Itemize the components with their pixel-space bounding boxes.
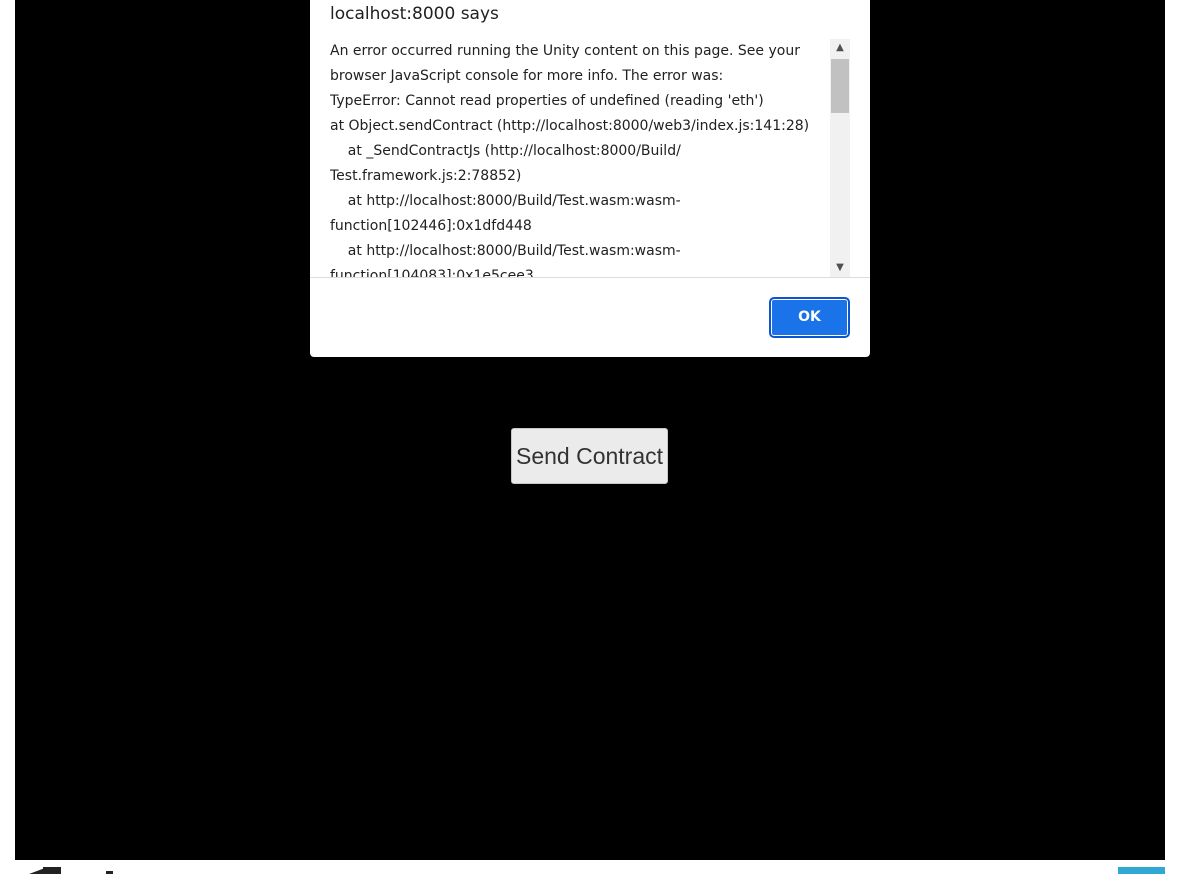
unity-footer (15, 860, 1165, 874)
dialog-message: An error occurred running the Unity cont… (330, 43, 810, 277)
dialog-divider (310, 277, 870, 278)
dialog-message-area[interactable]: An error occurred running the Unity cont… (330, 39, 850, 277)
chevron-up-icon[interactable]: ▲ (830, 39, 850, 57)
alert-dialog: localhost:8000 says An error occurred ru… (310, 0, 870, 357)
dialog-title: localhost:8000 says (330, 4, 499, 24)
scroll-thumb[interactable] (831, 59, 849, 113)
send-contract-button[interactable]: Send Contract (511, 428, 668, 484)
chevron-down-icon[interactable]: ▼ (830, 259, 850, 277)
unity-logo-block (43, 867, 61, 874)
fullscreen-button[interactable] (1118, 867, 1165, 874)
dialog-scrollbar[interactable]: ▲ ▼ (830, 39, 850, 277)
ok-button[interactable]: OK (769, 297, 850, 338)
